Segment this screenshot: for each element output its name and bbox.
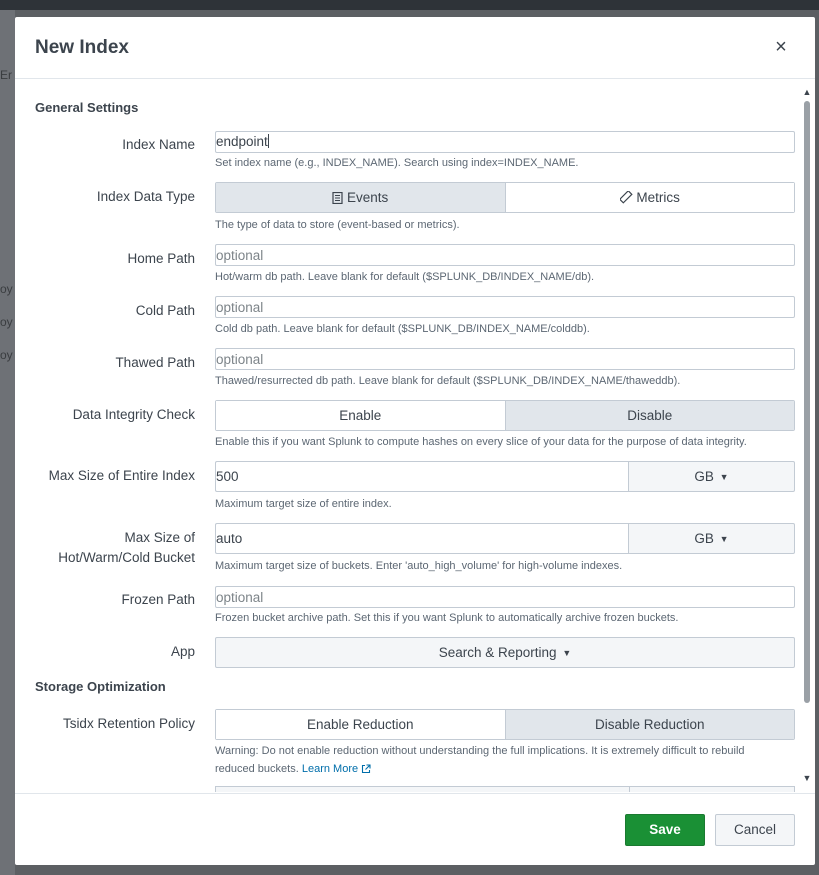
tsidx-retention-toggle: Enable Reduction Disable Reduction	[215, 709, 795, 740]
backdrop-top-bar	[0, 0, 819, 10]
tsidx-help-line2: reduced buckets.	[215, 763, 299, 775]
close-icon[interactable]: ×	[771, 37, 791, 57]
background-text: oy	[0, 282, 13, 296]
text-cursor	[267, 134, 269, 148]
thawed-path-help: Thawed/resurrected db path. Leave blank …	[215, 375, 681, 387]
home-path-label: Home Path	[127, 251, 195, 266]
dialog-body: General Settings Index Name endpoint Set…	[15, 80, 815, 792]
max-bucket-size-group: GB ▼	[215, 523, 795, 554]
max-bucket-unit-label: GB	[694, 531, 714, 546]
max-index-unit-label: GB	[694, 469, 714, 484]
max-bucket-label-line1: Max Size of	[124, 530, 195, 545]
cold-path-input[interactable]	[215, 296, 795, 318]
index-name-label: Index Name	[122, 137, 195, 152]
background-page: Er oy oy oy	[0, 10, 15, 875]
background-text: Er	[0, 68, 12, 82]
max-index-size-input[interactable]	[215, 461, 629, 492]
home-path-input[interactable]	[215, 244, 795, 266]
max-index-size-help: Maximum target size of entire index.	[215, 498, 392, 510]
app-dropdown[interactable]: Search & Reporting ▼	[215, 637, 795, 668]
caret-down-icon: ▼	[562, 648, 572, 658]
disable-reduction-option[interactable]: Disable Reduction	[504, 710, 794, 739]
document-icon	[332, 190, 343, 205]
events-option-label: Events	[346, 190, 389, 205]
index-name-value: endpoint	[216, 134, 268, 149]
background-text: oy	[0, 315, 13, 329]
next-field-partial	[215, 786, 795, 792]
max-bucket-label-line2: Hot/Warm/Cold Bucket	[58, 550, 195, 565]
index-name-help: Set index name (e.g., INDEX_NAME). Searc…	[215, 157, 579, 169]
index-data-type-label: Index Data Type	[96, 189, 195, 204]
events-option[interactable]: Events	[216, 183, 505, 212]
thawed-path-input[interactable]	[215, 348, 795, 370]
max-index-size-label: Max Size of Entire Index	[48, 468, 195, 483]
tsidx-retention-help: Warning: Do not enable reduction without…	[215, 742, 745, 778]
tsidx-help-line1: Warning: Do not enable reduction without…	[215, 745, 745, 757]
tsidx-retention-label: Tsidx Retention Policy	[62, 716, 195, 731]
index-data-type-toggle: Events Metrics	[215, 182, 795, 213]
enable-reduction-option[interactable]: Enable Reduction	[216, 710, 505, 739]
integrity-disable-option[interactable]: Disable	[504, 401, 794, 430]
max-bucket-size-input[interactable]	[215, 523, 629, 554]
caret-down-icon: ▼	[719, 534, 729, 544]
data-integrity-label: Data Integrity Check	[72, 407, 195, 422]
data-integrity-help: Enable this if you want Splunk to comput…	[215, 436, 747, 448]
max-bucket-unit-dropdown[interactable]: GB ▼	[628, 523, 795, 554]
index-name-input[interactable]: endpoint	[215, 131, 795, 153]
metrics-option-label: Metrics	[636, 190, 680, 205]
app-label: App	[170, 644, 195, 659]
max-bucket-size-help: Maximum target size of buckets. Enter 'a…	[215, 560, 623, 572]
learn-more-link[interactable]: Learn More	[302, 763, 371, 775]
external-link-icon	[361, 763, 371, 775]
cold-path-help: Cold db path. Leave blank for default ($…	[215, 323, 590, 335]
dialog-header: New Index ×	[15, 17, 815, 79]
scroll-down-icon[interactable]: ▼	[802, 773, 812, 783]
dialog-footer: Save Cancel	[15, 793, 815, 865]
dialog-title: New Index	[35, 37, 129, 58]
scrollbar-thumb[interactable]	[804, 101, 810, 703]
scroll-up-icon[interactable]: ▲	[802, 87, 812, 97]
new-index-dialog: New Index × General Settings Index Name …	[15, 17, 815, 865]
section-general-settings: General Settings	[35, 100, 139, 115]
cold-path-label: Cold Path	[135, 303, 195, 318]
app-dropdown-label: Search & Reporting	[438, 645, 557, 660]
max-bucket-size-label: Max Size of Hot/Warm/Cold Bucket	[15, 528, 195, 568]
caret-down-icon: ▼	[719, 472, 729, 482]
dialog-scrollbar[interactable]: ▲ ▼	[802, 87, 812, 793]
home-path-help: Hot/warm db path. Leave blank for defaul…	[215, 271, 595, 283]
frozen-path-label: Frozen Path	[121, 592, 195, 607]
partial-divider	[629, 787, 630, 792]
max-index-unit-dropdown[interactable]: GB ▼	[628, 461, 795, 492]
save-button[interactable]: Save	[625, 814, 705, 846]
background-text: oy	[0, 348, 13, 362]
integrity-enable-option[interactable]: Enable	[216, 401, 505, 430]
frozen-path-input[interactable]	[215, 586, 795, 608]
ruler-icon	[618, 189, 633, 205]
metrics-option[interactable]: Metrics	[504, 183, 794, 212]
max-index-size-group: GB ▼	[215, 461, 795, 492]
section-storage-optimization: Storage Optimization	[35, 679, 166, 694]
data-integrity-toggle: Enable Disable	[215, 400, 795, 431]
index-data-type-help: The type of data to store (event-based o…	[215, 219, 460, 231]
learn-more-label: Learn More	[301, 763, 359, 775]
frozen-path-help: Frozen bucket archive path. Set this if …	[215, 612, 679, 624]
thawed-path-label: Thawed Path	[115, 355, 195, 370]
cancel-button[interactable]: Cancel	[715, 814, 795, 846]
